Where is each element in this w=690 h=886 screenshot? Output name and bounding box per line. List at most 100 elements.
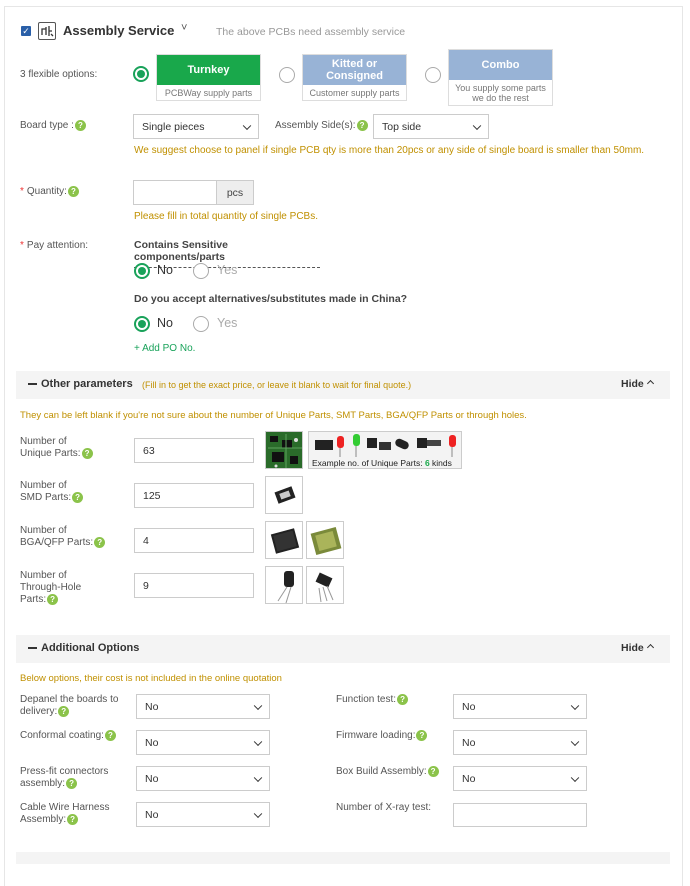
help-icon[interactable]: ? bbox=[66, 778, 78, 789]
help-icon[interactable]: ? bbox=[67, 186, 79, 197]
bga-parts-label: Number of BGA/QFP Parts:? bbox=[20, 525, 106, 549]
chevron-down-icon bbox=[570, 773, 580, 782]
through-hole-label: Number of Through-Hole Parts:? bbox=[20, 570, 82, 606]
help-icon[interactable]: ? bbox=[58, 706, 70, 717]
quantity-input[interactable] bbox=[133, 180, 217, 205]
chevron-down-icon bbox=[472, 121, 482, 130]
kitted-title: Kitted or Consigned bbox=[303, 55, 406, 85]
alternatives-yes-label: Yes bbox=[217, 316, 238, 330]
xray-label: Number of X-ray test: bbox=[336, 802, 432, 813]
hide-other-toggle[interactable]: Hide bbox=[621, 378, 653, 390]
chevron-down-icon bbox=[253, 701, 263, 710]
transistor-image bbox=[306, 566, 344, 604]
help-icon[interactable]: ? bbox=[72, 492, 84, 503]
turnkey-desc: PCBWay supply parts bbox=[164, 88, 253, 98]
turnkey-title: Turnkey bbox=[157, 55, 260, 85]
pay-attention-label: * Pay attention: bbox=[20, 240, 89, 251]
kitted-desc: Customer supply parts bbox=[309, 88, 400, 98]
kitted-radio[interactable] bbox=[279, 67, 295, 83]
cable-label: Cable Wire Harness Assembly:? bbox=[20, 802, 110, 826]
pressfit-select[interactable]: No bbox=[136, 766, 270, 791]
boxbuild-label: Box Build Assembly:? bbox=[336, 766, 439, 777]
help-icon[interactable]: ? bbox=[356, 120, 368, 131]
xray-input[interactable] bbox=[453, 803, 587, 827]
firmware-label: Firmware loading:? bbox=[336, 730, 428, 741]
help-icon[interactable]: ? bbox=[104, 730, 116, 741]
combo-desc: You supply some parts we do the rest bbox=[455, 82, 546, 103]
help-icon[interactable]: ? bbox=[397, 694, 409, 705]
depanel-select[interactable]: No bbox=[136, 694, 270, 719]
chevron-down-icon bbox=[570, 701, 580, 710]
hide-additional-toggle[interactable]: Hide bbox=[621, 642, 653, 654]
pressfit-label: Press-fit connectors assembly:? bbox=[20, 766, 109, 790]
add-po-link[interactable]: + Add PO No. bbox=[134, 343, 195, 354]
firmware-select[interactable]: No bbox=[453, 730, 587, 755]
assembly-side-select[interactable]: Top side bbox=[373, 114, 489, 139]
help-icon[interactable]: ? bbox=[81, 448, 93, 459]
conformal-label: Conformal coating:? bbox=[20, 730, 116, 741]
kitted-option[interactable]: Kitted or Consigned Customer supply part… bbox=[302, 54, 407, 101]
help-icon[interactable]: ? bbox=[427, 766, 439, 777]
smd-part-image bbox=[265, 476, 303, 514]
turnkey-radio[interactable] bbox=[133, 66, 149, 82]
help-icon[interactable]: ? bbox=[67, 814, 79, 825]
unique-parts-label: Number of Unique Parts:? bbox=[20, 436, 93, 460]
board-type-select[interactable]: Single pieces bbox=[133, 114, 259, 139]
chevron-down-icon bbox=[253, 737, 263, 746]
sensitive-no-radio[interactable] bbox=[134, 263, 150, 279]
additional-options-title: Additional Options bbox=[41, 642, 140, 654]
unique-parts-input[interactable]: 63 bbox=[134, 438, 254, 463]
pcb-board-image bbox=[265, 431, 303, 469]
sensitive-yes-label: Yes bbox=[217, 263, 238, 277]
alternatives-no-radio[interactable] bbox=[134, 316, 150, 332]
smd-parts-input[interactable]: 125 bbox=[134, 483, 254, 508]
help-icon[interactable]: ? bbox=[47, 594, 59, 605]
qfp-chip-image bbox=[265, 521, 303, 559]
alternatives-yes-radio[interactable] bbox=[193, 316, 209, 332]
quantity-hint: Please fill in total quantity of single … bbox=[134, 211, 318, 222]
collapse-icon[interactable] bbox=[28, 383, 37, 385]
combo-radio[interactable] bbox=[425, 67, 441, 83]
conformal-select[interactable]: No bbox=[136, 730, 270, 755]
assembly-side-label: Assembly Side(s):? bbox=[275, 120, 368, 131]
smd-parts-label: Number of SMD Parts:? bbox=[20, 480, 84, 504]
alternatives-question: Do you accept alternatives/substitutes m… bbox=[134, 293, 408, 305]
other-parameters-note: They can be left blank if you're not sur… bbox=[20, 410, 527, 421]
alternatives-no-label: No bbox=[157, 316, 173, 330]
assembly-service-checkbox[interactable]: ✓ bbox=[21, 26, 31, 36]
function-test-select[interactable]: No bbox=[453, 694, 587, 719]
sensitive-yes-radio[interactable] bbox=[193, 263, 209, 279]
board-type-label: Board type :? bbox=[20, 120, 86, 131]
through-hole-input[interactable]: 9 bbox=[134, 573, 254, 598]
bga-parts-input[interactable]: 4 bbox=[134, 528, 254, 553]
chevron-down-icon bbox=[253, 773, 263, 782]
other-parameters-title: Other parameters bbox=[41, 378, 133, 390]
quantity-label: * Quantity:? bbox=[20, 186, 79, 197]
cable-select[interactable]: No bbox=[136, 802, 270, 827]
chevron-down-icon bbox=[242, 121, 252, 130]
section-subtitle: The above PCBs need assembly service bbox=[216, 26, 406, 38]
help-icon[interactable]: ? bbox=[94, 537, 106, 548]
turnkey-option[interactable]: Turnkey PCBWay supply parts bbox=[156, 54, 261, 101]
chevron-down-icon bbox=[570, 737, 580, 746]
section-title: Assembly Service bbox=[63, 23, 175, 38]
footer-bar bbox=[16, 852, 670, 864]
example-parts-image: Example no. of Unique Parts: 6 kinds bbox=[308, 431, 462, 469]
capacitor-image bbox=[265, 566, 303, 604]
help-icon[interactable]: ? bbox=[416, 730, 428, 741]
collapse-icon[interactable] bbox=[28, 647, 37, 649]
depanel-label: Depanel the boards to delivery:? bbox=[20, 694, 119, 718]
quantity-unit: pcs bbox=[216, 180, 254, 205]
chevron-down-icon bbox=[253, 809, 263, 818]
panel-suggestion: We suggest choose to panel if single PCB… bbox=[134, 145, 645, 156]
chevron-down-icon[interactable]: ˅ bbox=[181, 22, 187, 34]
sensitive-no-label: No bbox=[157, 263, 173, 277]
boxbuild-select[interactable]: No bbox=[453, 766, 587, 791]
example-caption: Example no. of Unique Parts: 6 kinds bbox=[312, 458, 452, 468]
function-test-label: Function test:? bbox=[336, 694, 409, 705]
additional-options-note: Below options, their cost is not include… bbox=[20, 673, 282, 684]
assembly-icon bbox=[38, 22, 56, 40]
help-icon[interactable]: ? bbox=[74, 120, 86, 131]
options-label: 3 flexible options: bbox=[20, 69, 98, 80]
combo-option[interactable]: Combo You supply some parts we do the re… bbox=[448, 49, 553, 106]
